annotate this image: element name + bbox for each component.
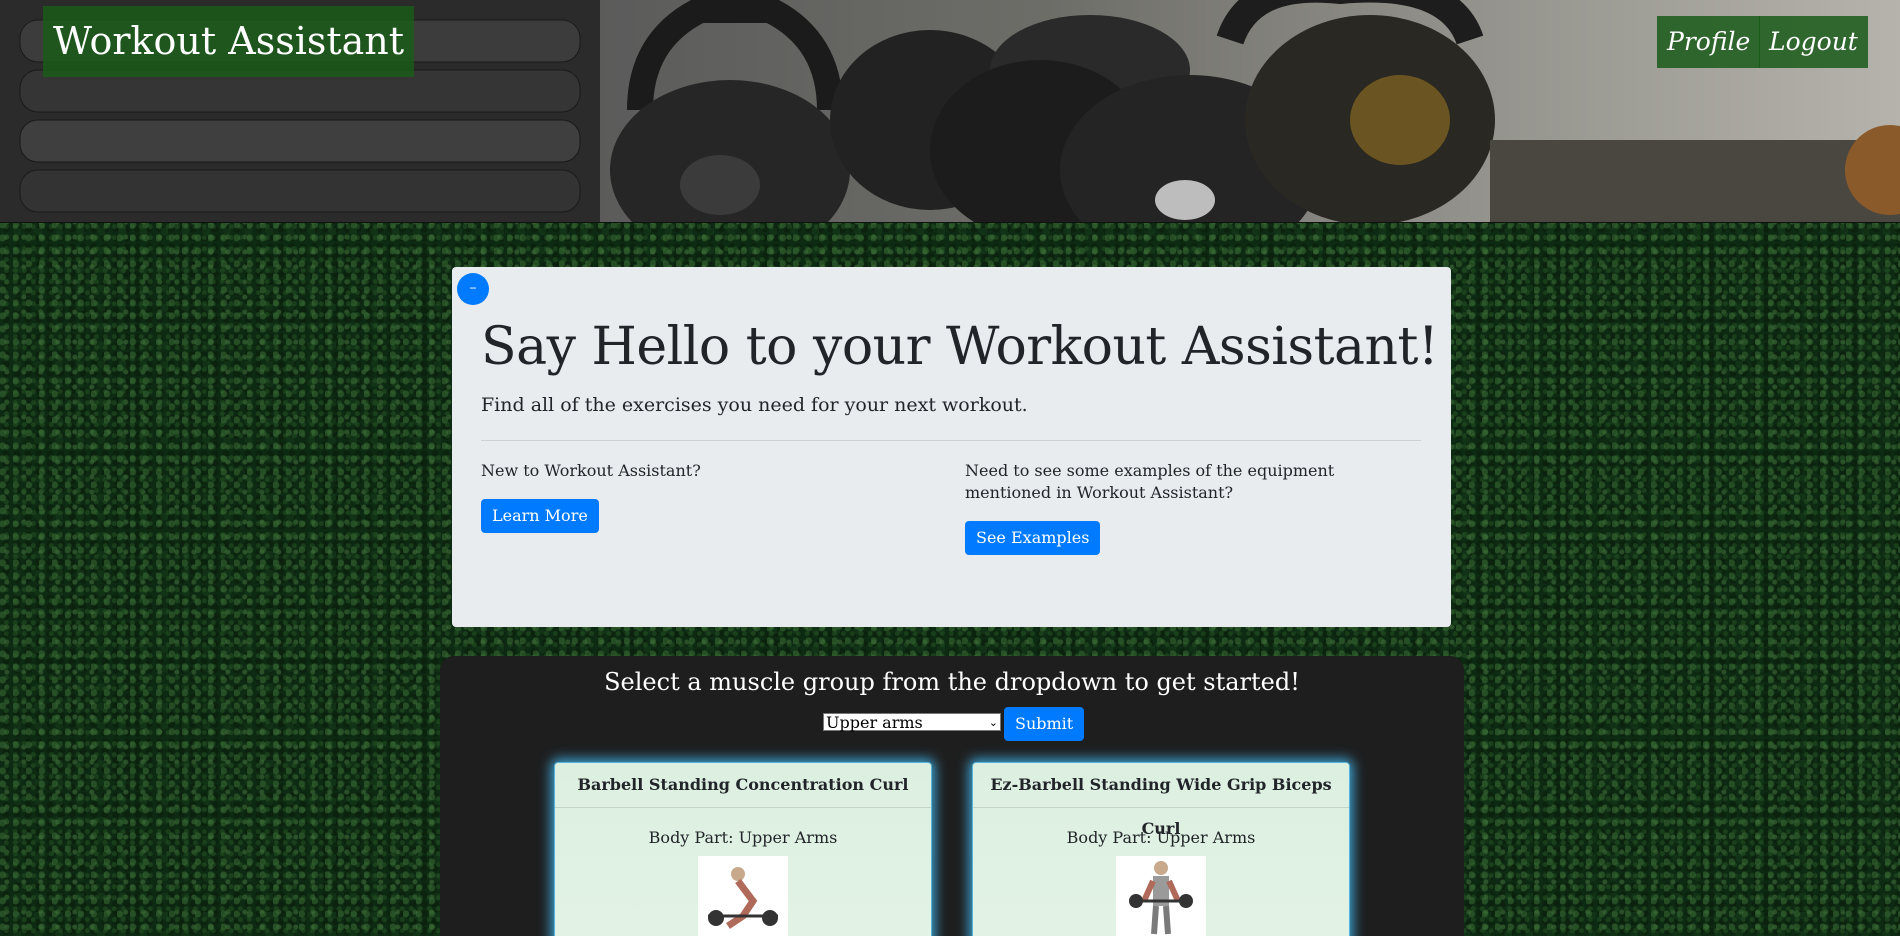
learn-more-button[interactable]: Learn More: [481, 499, 599, 533]
divider: [481, 440, 1421, 441]
lead-text: Find all of the exercises you need for y…: [481, 394, 1028, 416]
submit-button[interactable]: Submit: [1004, 707, 1085, 741]
examples-prompt: Need to see some examples of the equipme…: [965, 461, 1335, 502]
header-banner: Workout Assistant Profile Logout: [0, 0, 1900, 223]
muscle-selector-panel: Select a muscle group from the dropdown …: [440, 656, 1464, 936]
profile-link[interactable]: Profile: [1657, 16, 1761, 68]
exercise-image: [1116, 856, 1206, 936]
chevron-down-icon: ⌄: [988, 716, 998, 729]
collapse-button[interactable]: –: [457, 273, 489, 305]
page-title: Say Hello to your Workout Assistant!: [481, 317, 1439, 377]
selector-heading: Select a muscle group from the dropdown …: [604, 668, 1300, 696]
exercise-card[interactable]: Ez-Barbell Standing Wide Grip Biceps Cur…: [972, 762, 1350, 936]
new-user-prompt: New to Workout Assistant?: [481, 461, 701, 480]
see-examples-button[interactable]: See Examples: [965, 521, 1101, 555]
exercise-title: Barbell Standing Concentration Curl: [555, 763, 931, 808]
welcome-jumbotron: – Say Hello to your Workout Assistant! F…: [452, 267, 1451, 627]
exercise-title: Ez-Barbell Standing Wide Grip Biceps Cur…: [973, 763, 1349, 838]
logout-link[interactable]: Logout: [1759, 16, 1868, 68]
select-value: Upper arms: [826, 713, 923, 732]
exercise-image: [698, 856, 788, 936]
muscle-group-select[interactable]: Upper arms ⌄: [823, 713, 1001, 732]
body-part-label: Body Part: Upper Arms: [648, 828, 838, 847]
exercise-card[interactable]: Barbell Standing Concentration Curl Body…: [554, 762, 932, 936]
body-part-label: Body Part: Upper Arms: [1066, 828, 1256, 847]
brand-logo[interactable]: Workout Assistant: [43, 6, 415, 77]
